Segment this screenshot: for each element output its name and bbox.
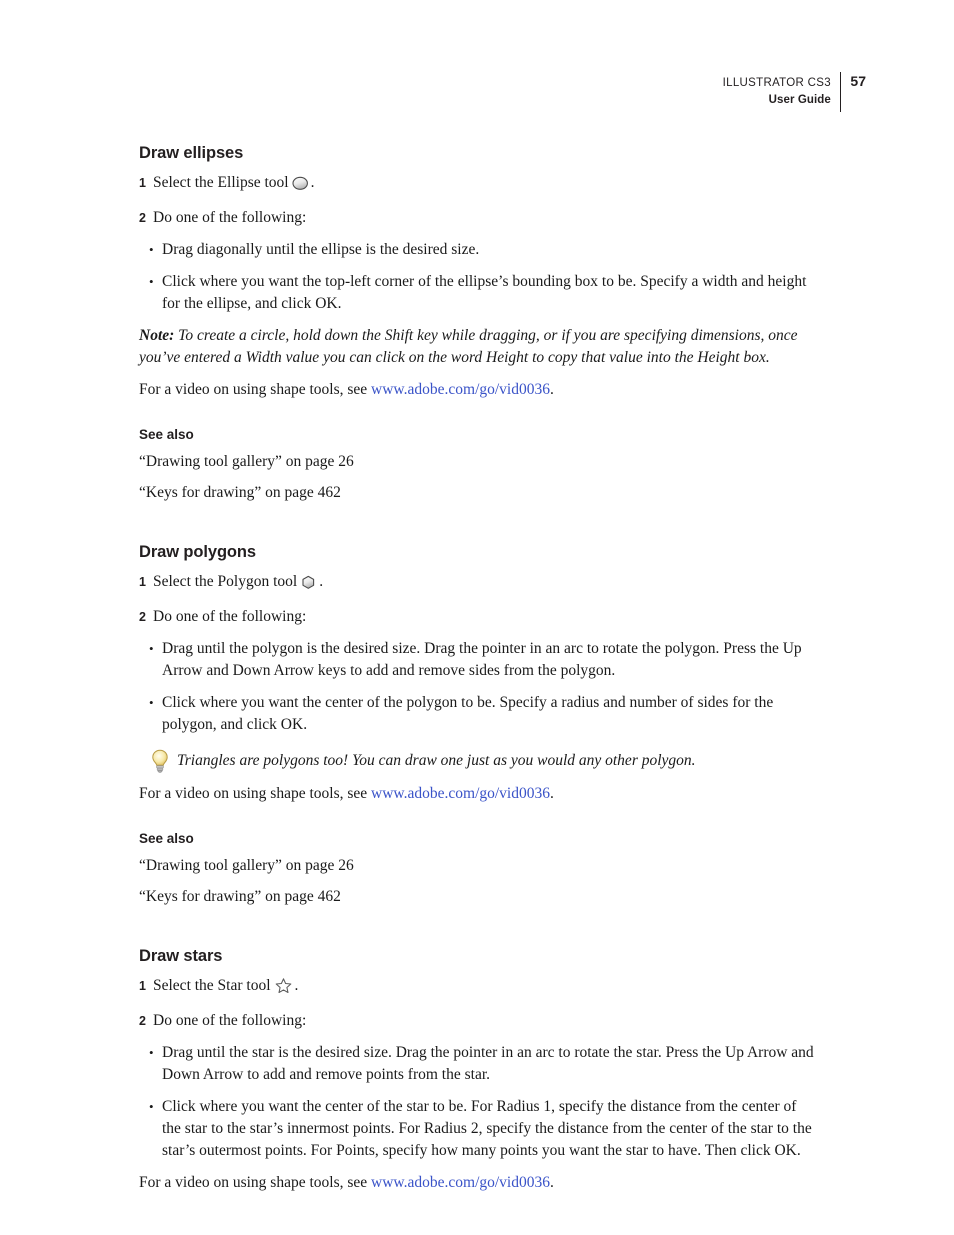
step-text-before: Select the Ellipse tool	[153, 174, 289, 191]
cross-reference-link[interactable]: “Drawing tool gallery” on page 26	[139, 451, 819, 473]
step-text: Select the Star tool.	[153, 975, 819, 1000]
section-draw-ellipses: Draw ellipses 1 Select the Ellipse tool.…	[139, 144, 819, 504]
video-link[interactable]: www.adobe.com/go/vid0036	[371, 1174, 550, 1191]
step-item: 2 Do one of the following:	[139, 207, 819, 229]
polygon-tool-icon	[300, 575, 317, 596]
video-paragraph: For a video on using shape tools, see ww…	[139, 783, 819, 805]
document-page: ILLUSTRATOR CS3 User Guide 57 Draw ellip…	[0, 0, 954, 1235]
cross-reference-link[interactable]: “Keys for drawing” on page 462	[139, 482, 819, 504]
lightbulb-icon	[147, 747, 173, 773]
list-item-text: Click where you want the center of the s…	[162, 1098, 812, 1159]
tip-text: Triangles are polygons too! You can draw…	[177, 752, 696, 769]
list-item: • Click where you want the center of the…	[139, 692, 819, 736]
video-link[interactable]: www.adobe.com/go/vid0036	[371, 381, 550, 398]
video-paragraph-prefix: For a video on using shape tools, see	[139, 1174, 372, 1191]
list-item: • Drag diagonally until the ellipse is t…	[139, 239, 819, 261]
see-also-title: See also	[139, 831, 194, 846]
note-label: Note:	[139, 327, 175, 344]
bullet-icon: •	[149, 695, 154, 710]
video-paragraph: For a video on using shape tools, see ww…	[139, 1172, 819, 1194]
step-text-after: .	[310, 174, 315, 191]
list-item-text: Drag until the star is the desired size.…	[162, 1044, 814, 1083]
page-number: 57	[850, 73, 866, 89]
step-text-after: .	[319, 573, 324, 590]
step-number: 2	[139, 211, 146, 225]
list-item: • Click where you want the center of the…	[139, 1096, 819, 1162]
product-name: ILLUSTRATOR CS3	[722, 77, 831, 89]
section-draw-polygons: Draw polygons 1 Select the Polygon tool.…	[139, 543, 819, 908]
list-item-text: Drag until the polygon is the desired si…	[162, 640, 802, 679]
note-text: To create a circle, hold down the Shift …	[139, 327, 798, 366]
guide-name: User Guide	[768, 94, 831, 106]
see-also-title: See also	[139, 427, 194, 442]
page-content: Draw ellipses 1 Select the Ellipse tool.…	[139, 144, 819, 1194]
video-paragraph-prefix: For a video on using shape tools, see	[139, 785, 372, 802]
step-number: 2	[139, 610, 146, 624]
step-item: 2 Do one of the following:	[139, 1010, 819, 1032]
step-text: Select the Ellipse tool.	[153, 172, 819, 197]
list-item: • Click where you want the top-left corn…	[139, 271, 819, 315]
bullet-icon: •	[149, 1099, 154, 1114]
ellipse-tool-icon	[292, 176, 309, 197]
step-text-before: Select the Star tool	[153, 977, 271, 994]
tip-block: Triangles are polygons too! You can draw…	[139, 747, 819, 773]
list-item: • Drag until the polygon is the desired …	[139, 638, 819, 682]
list-item-text: Click where you want the center of the p…	[162, 694, 774, 733]
list-item-text: Drag diagonally until the ellipse is the…	[162, 241, 480, 258]
see-also-block: See also “Drawing tool gallery” on page …	[139, 427, 819, 504]
step-text-before: Select the Polygon tool	[153, 573, 298, 590]
list-item-text: Click where you want the top-left corner…	[162, 273, 807, 312]
step-item: 1 Select the Ellipse tool.	[139, 172, 819, 197]
step-number: 1	[139, 176, 146, 190]
step-text: Do one of the following:	[153, 1012, 307, 1029]
running-header-titles: ILLUSTRATOR CS3 User Guide	[723, 72, 840, 112]
step-number: 1	[139, 575, 146, 589]
bullet-icon: •	[149, 641, 154, 656]
step-text: Do one of the following:	[153, 209, 307, 226]
see-also-block: See also “Drawing tool gallery” on page …	[139, 831, 819, 908]
section-title: Draw polygons	[139, 543, 256, 561]
step-text-after: .	[294, 977, 299, 994]
list-item: • Drag until the star is the desired siz…	[139, 1042, 819, 1086]
step-number: 1	[139, 979, 146, 993]
step-text: Select the Polygon tool.	[153, 571, 819, 596]
cross-reference-link[interactable]: “Keys for drawing” on page 462	[139, 886, 819, 908]
star-tool-icon	[274, 977, 293, 1000]
bullet-icon: •	[149, 1045, 154, 1060]
bullet-icon: •	[149, 242, 154, 257]
step-item: 1 Select the Polygon tool.	[139, 571, 819, 596]
running-header: ILLUSTRATOR CS3 User Guide 57	[723, 72, 866, 112]
video-paragraph-prefix: For a video on using shape tools, see	[139, 381, 372, 398]
video-paragraph-suffix: .	[550, 381, 554, 398]
step-text: Do one of the following:	[153, 608, 307, 625]
step-item: 1 Select the Star tool.	[139, 975, 819, 1000]
step-number: 2	[139, 1014, 146, 1028]
page-title: Draw ellipses	[139, 144, 244, 162]
video-link[interactable]: www.adobe.com/go/vid0036	[371, 785, 550, 802]
bullet-icon: •	[149, 274, 154, 289]
video-paragraph: For a video on using shape tools, see ww…	[139, 379, 819, 401]
video-paragraph-suffix: .	[550, 785, 554, 802]
section-title: Draw stars	[139, 947, 223, 965]
section-draw-stars: Draw stars 1 Select the Star tool. 2 Do …	[139, 947, 819, 1194]
cross-reference-link[interactable]: “Drawing tool gallery” on page 26	[139, 855, 819, 877]
note-paragraph: Note: To create a circle, hold down the …	[139, 325, 819, 369]
video-paragraph-suffix: .	[550, 1174, 554, 1191]
step-item: 2 Do one of the following:	[139, 606, 819, 628]
